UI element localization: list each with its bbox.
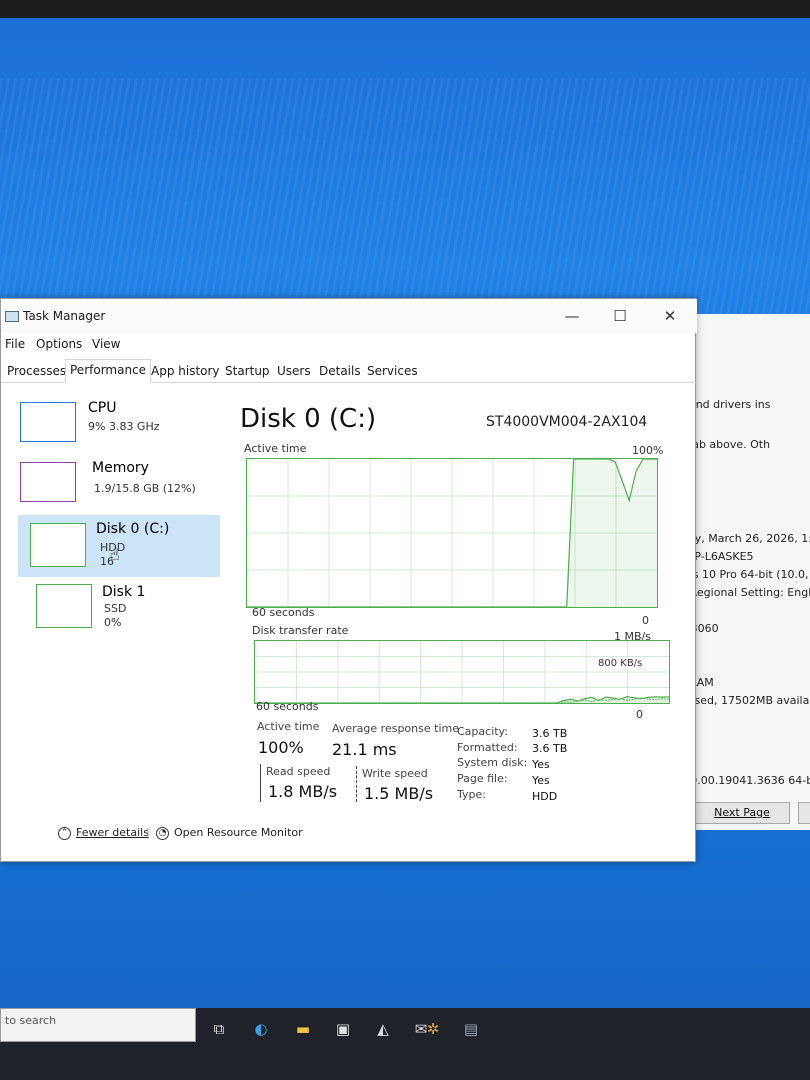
cpu-thumbnail: [20, 402, 76, 442]
app-icon[interactable]: ▤: [460, 1018, 482, 1040]
stat-read-label: Read speed: [266, 765, 331, 778]
menu-options[interactable]: Options: [36, 337, 82, 351]
tab-bar: Processes Performance App history Startu…: [1, 357, 697, 383]
store-icon[interactable]: ▣: [332, 1018, 354, 1040]
bg-line: day, March 26, 2026, 1:5: [681, 532, 810, 545]
bg-line: TOP-L6ASKE5: [679, 550, 754, 563]
prop-type-value: HDD: [532, 790, 558, 803]
bg-line: ows 10 Pro 64-bit (10.0, Bu: [677, 568, 810, 581]
active-time-min: 0: [642, 614, 649, 627]
sidebar-item-label: Disk 0 (C:): [96, 521, 170, 537]
active-time-max: 100%: [632, 444, 664, 457]
memory-thumbnail: [20, 462, 76, 502]
prop-system-disk-value: Yes: [532, 758, 550, 771]
stat-avg-response-label: Average response time: [332, 722, 459, 735]
menu-file[interactable]: File: [5, 337, 25, 351]
search-input[interactable]: to search: [0, 1008, 196, 1042]
read-speed-marker: [260, 764, 261, 802]
stat-active-time-value: 100%: [258, 738, 304, 757]
stat-write-value: 1.5 MB/s: [364, 784, 434, 803]
sidebar-item-memory[interactable]: Memory 1.9/15.8 GB (12%): [18, 456, 220, 518]
close-button[interactable]: ✕: [647, 303, 693, 329]
transfer-rate-label: Disk transfer rate: [252, 624, 349, 637]
prop-page-file-label: Page file:: [457, 772, 508, 785]
transfer-rate-mark: 800 KB/s: [598, 658, 643, 669]
title-bar[interactable]: Task Manager — ☐ ✕: [1, 299, 697, 333]
tab-users[interactable]: Users: [273, 361, 315, 383]
disk-model: ST4000VM004-2AX104: [486, 414, 648, 430]
task-manager-icon: [5, 311, 19, 322]
tab-processes[interactable]: Processes: [3, 361, 70, 383]
sidebar-item-detail-2: 0%: [104, 616, 122, 629]
transfer-rate-plot: [255, 641, 670, 704]
transfer-rate-min: 0: [636, 708, 643, 721]
sidebar-item-label: Memory: [92, 460, 149, 476]
tab-startup[interactable]: Startup: [221, 361, 274, 383]
disk0-thumbnail: [30, 523, 86, 567]
active-time-plot: [247, 458, 657, 608]
next-page-button[interactable]: Next Page: [694, 802, 790, 824]
prop-type-label: Type:: [457, 788, 486, 801]
transfer-axis-label: 60 seconds: [256, 700, 319, 713]
sidebar-item-label: Disk 1: [102, 584, 146, 600]
active-time-axis-label: 60 seconds: [252, 606, 315, 619]
disk1-thumbnail: [36, 584, 92, 628]
game-icon[interactable]: ◭: [372, 1018, 394, 1040]
file-explorer-icon[interactable]: ▬: [292, 1018, 314, 1040]
fewer-details-label: Fewer details: [76, 826, 149, 839]
tab-details[interactable]: Details: [315, 361, 365, 383]
resource-monitor-icon: ◔: [156, 826, 169, 840]
stat-avg-response-value: 21.1 ms: [332, 740, 397, 759]
sidebar-item-detail: 1.9/15.8 GB (12%): [94, 482, 196, 495]
sidebar-item-disk-0[interactable]: Disk 0 (C:) HDD 16 ☝: [18, 515, 220, 577]
open-resource-monitor-link[interactable]: ◔ Open Resource Monitor: [156, 826, 303, 840]
sidebar-item-label: CPU: [88, 400, 117, 416]
tab-performance[interactable]: Performance: [65, 359, 152, 383]
stat-active-time-label: Active time: [257, 720, 320, 733]
write-speed-marker: [356, 766, 357, 802]
disk-title: Disk 0 (C:): [240, 404, 377, 434]
settings-icon[interactable]: ✲: [422, 1018, 444, 1040]
sidebar-item-disk-1[interactable]: Disk 1 SSD 0%: [18, 578, 220, 640]
secondary-button[interactable]: [798, 802, 810, 824]
fewer-details-link[interactable]: ⌃ Fewer details: [58, 826, 149, 840]
tab-app-history[interactable]: App history: [147, 361, 224, 383]
prop-capacity-label: Capacity:: [457, 725, 508, 738]
menu-view[interactable]: View: [92, 337, 120, 351]
chevron-up-icon: ⌃: [58, 826, 71, 840]
prop-page-file-value: Yes: [532, 774, 550, 787]
prop-capacity-value: 3.6 TB: [532, 727, 568, 740]
open-resource-monitor-label: Open Resource Monitor: [174, 826, 303, 839]
prop-formatted-value: 3.6 TB: [532, 742, 568, 755]
hand-cursor-icon: ☝: [110, 545, 120, 564]
sidebar-item-detail: SSD: [104, 602, 127, 615]
maximize-button[interactable]: ☐: [597, 303, 643, 329]
sidebar-item-detail: 9% 3.83 GHz: [88, 420, 160, 433]
prop-formatted-label: Formatted:: [457, 741, 518, 754]
active-time-chart: [246, 458, 658, 608]
edge-icon[interactable]: ◐: [250, 1018, 272, 1040]
tab-services[interactable]: Services: [363, 361, 422, 383]
active-time-label: Active time: [244, 442, 307, 455]
sidebar-item-cpu[interactable]: CPU 9% 3.83 GHz: [18, 396, 220, 458]
window-title: Task Manager: [23, 309, 106, 323]
prop-system-disk-label: System disk:: [457, 756, 528, 769]
stat-read-value: 1.8 MB/s: [268, 782, 338, 801]
minimize-button[interactable]: —: [549, 303, 595, 329]
transfer-rate-chart: [254, 640, 670, 704]
divider: |: [146, 826, 150, 839]
task-view-icon[interactable]: ⧉: [208, 1018, 230, 1040]
stat-write-label: Write speed: [362, 767, 428, 780]
